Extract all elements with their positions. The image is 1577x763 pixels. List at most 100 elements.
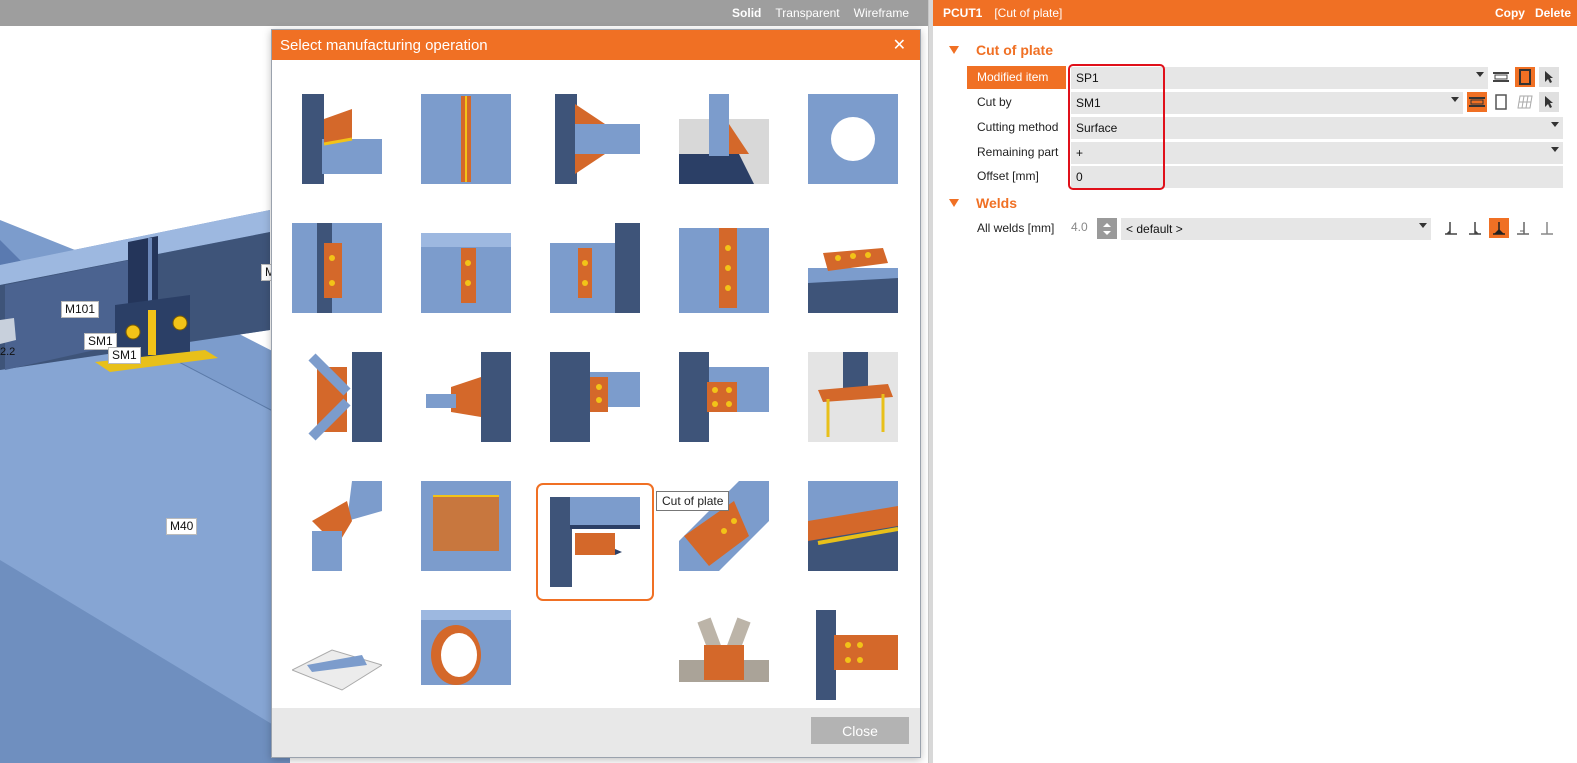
operation-rib-on-plate[interactable]	[278, 596, 396, 714]
end-plate-thumb-icon	[292, 223, 382, 313]
wireframe-mode-button[interactable]: Wireframe	[847, 6, 916, 20]
operation-truss-node[interactable]	[665, 596, 783, 714]
operation-stiffener-rib[interactable]	[278, 80, 396, 198]
operation-grid	[272, 60, 920, 710]
offset-input[interactable]: 0	[1071, 165, 1563, 188]
chevron-down-icon	[1419, 222, 1427, 228]
operation-plate-on-flange[interactable]	[407, 467, 525, 585]
operation-cleat[interactable]	[407, 209, 525, 327]
modified-item-value: SP1	[1076, 70, 1099, 85]
double-cleat-thumb-icon	[679, 352, 769, 442]
weld-right-fillet-icon[interactable]	[1465, 218, 1485, 238]
operation-type: [Cut of plate]	[994, 6, 1063, 20]
cleat-thumb-icon	[421, 233, 511, 313]
cutting-method-value: Surface	[1076, 120, 1118, 135]
modified-item-select[interactable]: SP1	[1071, 66, 1488, 89]
surface-grid-icon[interactable]	[1515, 92, 1535, 112]
select-operation-dialog: Select manufacturing operation ✕ Cut of …	[271, 29, 921, 758]
chevron-down-icon	[1476, 71, 1484, 77]
section-welds[interactable]: Welds	[949, 195, 1017, 211]
close-button[interactable]: Close	[811, 717, 909, 744]
operation-haunch[interactable]	[536, 80, 654, 198]
weld-double-fillet-icon[interactable]	[1489, 218, 1509, 238]
transparent-mode-button[interactable]: Transparent	[768, 6, 846, 20]
operation-opening[interactable]	[794, 80, 912, 198]
operation-double-cleat[interactable]	[665, 338, 783, 456]
weld-left-fillet-icon[interactable]	[1441, 218, 1461, 238]
plate-on-flange-thumb-icon	[421, 481, 511, 571]
operation-tube-opening[interactable]	[407, 596, 525, 714]
plate-type-icon[interactable]	[1515, 67, 1535, 87]
operation-bolted-plate[interactable]	[794, 209, 912, 327]
fin-plate-thumb-icon	[550, 223, 640, 313]
member-type-icon[interactable]	[1491, 67, 1511, 87]
chevron-down-icon	[1551, 121, 1559, 127]
bolted-plate-thumb-icon	[808, 248, 898, 313]
cutting-method-select[interactable]: Surface	[1071, 116, 1563, 139]
solid-mode-button[interactable]: Solid	[725, 6, 768, 20]
dialog-footer: Close	[272, 708, 920, 757]
weld-size-value[interactable]: 4.0	[1071, 220, 1088, 234]
anchoring-thumb-icon	[808, 352, 898, 442]
operation-splice-plate[interactable]	[794, 596, 912, 714]
stiffener-thumb-icon	[302, 94, 382, 184]
delete-button[interactable]: Delete	[1535, 6, 1571, 20]
section-title: Cut of plate	[976, 42, 1053, 58]
view-mode-bar: Solid Transparent Wireframe	[0, 0, 928, 26]
member-label-m40[interactable]: M40	[166, 518, 198, 535]
operation-end-plate[interactable]	[278, 209, 396, 327]
weld-none-icon[interactable]	[1537, 218, 1557, 238]
weld-butt-icon[interactable]	[1513, 218, 1533, 238]
cutting-method-label: Cutting method	[977, 120, 1059, 134]
operation-tooltip: Cut of plate	[656, 491, 730, 511]
member-type-icon[interactable]	[1467, 92, 1487, 112]
operation-bolted-gusset[interactable]	[665, 467, 783, 585]
operation-cut-of-plate[interactable]	[536, 483, 654, 601]
opening-thumb-icon	[808, 94, 898, 184]
properties-panel: PCUT1 [Cut of plate] Copy Delete Cut of …	[933, 0, 1577, 763]
weld-type-select[interactable]: < default >	[1121, 217, 1431, 240]
collapse-triangle-icon	[949, 46, 959, 54]
chevron-down-icon	[1551, 146, 1559, 152]
remaining-part-select[interactable]: +	[1071, 141, 1563, 164]
dialog-title: Select manufacturing operation	[280, 36, 488, 54]
pick-cursor-icon[interactable]	[1539, 92, 1559, 112]
cut-by-label: Cut by	[977, 95, 1012, 109]
operation-anchoring[interactable]	[794, 338, 912, 456]
row-modified-item: Modified item SP1	[967, 66, 1563, 89]
row-cut-by: Cut by SM1	[967, 91, 1563, 114]
plate-type-icon[interactable]	[1491, 92, 1511, 112]
operation-tube-miter[interactable]	[278, 467, 396, 585]
section-cut-of-plate[interactable]: Cut of plate	[949, 42, 1053, 58]
close-icon[interactable]: ✕	[893, 35, 906, 55]
row-remaining-part: Remaining part +	[967, 141, 1563, 164]
all-welds-label: All welds [mm]	[977, 221, 1055, 235]
offset-label: Offset [mm]	[977, 169, 1039, 183]
copy-button[interactable]: Copy	[1495, 6, 1525, 20]
operation-filler-plate[interactable]	[794, 467, 912, 585]
cut-by-select[interactable]: SM1	[1071, 91, 1463, 114]
operation-weld-plate[interactable]	[407, 80, 525, 198]
splice-thumb-icon	[679, 228, 769, 313]
row-offset: Offset [mm] 0	[967, 165, 1563, 188]
pick-cursor-icon[interactable]	[1539, 67, 1559, 87]
chevron-down-icon	[1451, 96, 1459, 102]
row-all-welds: All welds [mm] 4.0 < default >	[967, 217, 1563, 240]
operation-fin-plate[interactable]	[536, 209, 654, 327]
filler-plate-thumb-icon	[808, 481, 898, 571]
operation-gusset[interactable]	[278, 338, 396, 456]
operation-tube-connection[interactable]	[407, 338, 525, 456]
truss-node-thumb-icon	[679, 617, 769, 682]
weld-size-spinner[interactable]	[1097, 218, 1117, 239]
operation-splice[interactable]	[665, 209, 783, 327]
remaining-part-label: Remaining part	[977, 145, 1059, 159]
gusset-thumb-icon	[308, 352, 382, 442]
collapse-triangle-icon	[949, 199, 959, 207]
operation-name: PCUT1	[943, 6, 983, 20]
operation-base-stiffener[interactable]	[665, 80, 783, 198]
member-label-m101[interactable]: M101	[61, 301, 100, 318]
modified-item-label: Modified item	[967, 66, 1066, 89]
tube-opening-thumb-icon	[421, 610, 511, 685]
operation-shear-tab[interactable]	[536, 338, 654, 456]
member-label-sm1-secondary[interactable]: SM1	[108, 347, 141, 364]
